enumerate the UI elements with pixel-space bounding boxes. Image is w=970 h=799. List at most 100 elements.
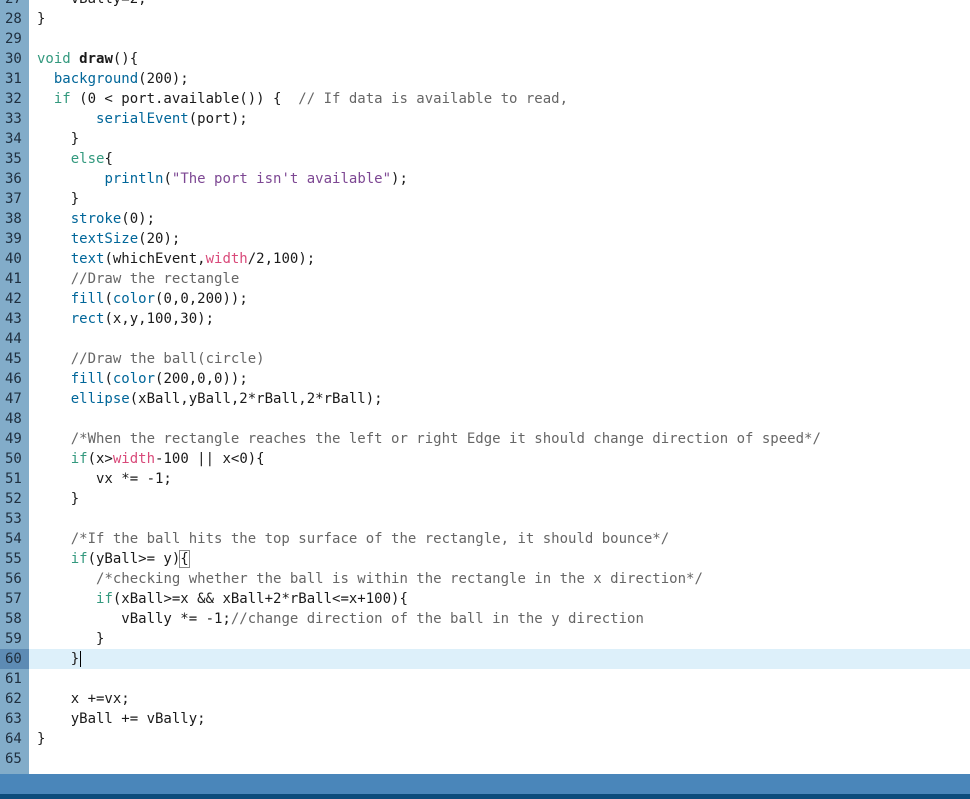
line-number: 59: [5, 631, 22, 647]
code-text[interactable]: }: [37, 189, 79, 209]
code-line[interactable]: 53: [0, 509, 970, 529]
code-line[interactable]: 28}: [0, 9, 970, 29]
line-number: 63: [5, 711, 22, 727]
code-text[interactable]: }: [37, 629, 104, 649]
code-line[interactable]: 47 ellipse(xBall,yBall,2*rBall,2*rBall);: [0, 389, 970, 409]
line-number: 49: [5, 431, 22, 447]
code-line[interactable]: 43 rect(x,y,100,30);: [0, 309, 970, 329]
code-line[interactable]: 30 void draw(){: [0, 49, 970, 69]
code-line[interactable]: 62 x +=vx;: [0, 689, 970, 709]
code-line[interactable]: 36 println("The port isn't available");: [0, 169, 970, 189]
code-text[interactable]: void draw(){: [37, 49, 138, 69]
code-line[interactable]: 44: [0, 329, 970, 349]
code-text[interactable]: //Draw the rectangle: [37, 269, 240, 289]
code-line[interactable]: 35 else{: [0, 149, 970, 169]
code-text[interactable]: vBally=2;: [37, 0, 147, 9]
code-line[interactable]: 46 fill(color(200,0,0));: [0, 369, 970, 389]
code-text[interactable]: stroke(0);: [37, 209, 155, 229]
line-number: 29: [5, 31, 22, 47]
code-line[interactable]: 63 yBall += vBally;: [0, 709, 970, 729]
code-text[interactable]: background(200);: [37, 69, 189, 89]
line-number: 28: [5, 11, 22, 27]
line-number: 52: [5, 491, 22, 507]
code-line[interactable]: 48: [0, 409, 970, 429]
code-line[interactable]: 37 }: [0, 189, 970, 209]
code-text[interactable]: yBall += vBally;: [37, 709, 206, 729]
line-number: 48: [5, 411, 22, 427]
code-line[interactable]: 34 }: [0, 129, 970, 149]
line-number: 32: [5, 91, 22, 107]
code-line[interactable]: 32 if (0 < port.available()) { // If dat…: [0, 89, 970, 109]
code-line[interactable]: 38 stroke(0);: [0, 209, 970, 229]
code-line[interactable]: 61: [0, 669, 970, 689]
line-number: 50: [5, 451, 22, 467]
code-text[interactable]: vx *= -1;: [37, 469, 172, 489]
code-line[interactable]: 39 textSize(20);: [0, 229, 970, 249]
code-text[interactable]: }: [37, 129, 79, 149]
line-number: 53: [5, 511, 22, 527]
code-text[interactable]: /*checking whether the ball is within th…: [37, 569, 703, 589]
code-lines[interactable]: 27 vBally=2;28}2930void draw(){31 backgr…: [0, 0, 970, 769]
code-line[interactable]: 40 text(whichEvent,width/2,100);: [0, 249, 970, 269]
code-line[interactable]: 51 vx *= -1;: [0, 469, 970, 489]
code-line[interactable]: 41 //Draw the rectangle: [0, 269, 970, 289]
code-line[interactable]: 60 }: [0, 649, 970, 669]
code-text[interactable]: }: [37, 729, 45, 749]
code-line[interactable]: 27 vBally=2;: [0, 0, 970, 9]
code-editor[interactable]: 27 vBally=2;28}2930void draw(){31 backgr…: [0, 0, 970, 774]
line-number: 41: [5, 271, 22, 287]
code-text[interactable]: serialEvent(port);: [37, 109, 248, 129]
code-text[interactable]: }: [37, 489, 79, 509]
code-text[interactable]: if(xBall>=x && xBall+2*rBall<=x+100){: [37, 589, 408, 609]
editor-status-bar: [0, 774, 970, 794]
code-text[interactable]: x +=vx;: [37, 689, 130, 709]
line-number: 44: [5, 331, 22, 347]
code-line[interactable]: 65: [0, 749, 970, 769]
code-text[interactable]: println("The port isn't available");: [37, 169, 407, 189]
code-line[interactable]: 56 /*checking whether the ball is within…: [0, 569, 970, 589]
code-text[interactable]: vBally *= -1;//change direction of the b…: [37, 609, 644, 629]
line-number: 27: [0, 0, 29, 9]
code-line[interactable]: 33 serialEvent(port);: [0, 109, 970, 129]
code-line[interactable]: 29: [0, 29, 970, 49]
line-number: 45: [5, 351, 22, 367]
code-text[interactable]: if (0 < port.available()) { // If data i…: [37, 89, 568, 109]
code-text[interactable]: if(x>width-100 || x<0){: [37, 449, 265, 469]
line-number: 31: [5, 71, 22, 87]
code-text[interactable]: /*If the ball hits the top surface of th…: [37, 529, 669, 549]
code-line[interactable]: 50 if(x>width-100 || x<0){: [0, 449, 970, 469]
code-text[interactable]: /*When the rectangle reaches the left or…: [37, 429, 821, 449]
code-line[interactable]: 59 }: [0, 629, 970, 649]
line-number: 51: [5, 471, 22, 487]
line-number: 57: [5, 591, 22, 607]
line-number: 61: [5, 671, 22, 687]
line-number: 64: [5, 731, 22, 747]
line-number: 30: [5, 51, 22, 67]
code-text[interactable]: else{: [37, 149, 113, 169]
code-text[interactable]: //Draw the ball(circle): [37, 349, 265, 369]
code-text[interactable]: fill(color(200,0,0));: [37, 369, 248, 389]
code-text[interactable]: textSize(20);: [37, 229, 181, 249]
code-text[interactable]: text(whichEvent,width/2,100);: [37, 249, 315, 269]
code-line[interactable]: 58 vBally *= -1;//change direction of th…: [0, 609, 970, 629]
code-line[interactable]: 49 /*When the rectangle reaches the left…: [0, 429, 970, 449]
code-line[interactable]: 31 background(200);: [0, 69, 970, 89]
code-line[interactable]: 42 fill(color(0,0,200));: [0, 289, 970, 309]
code-line[interactable]: 54 /*If the ball hits the top surface of…: [0, 529, 970, 549]
console-divider[interactable]: [0, 794, 970, 799]
code-line[interactable]: 57 if(xBall>=x && xBall+2*rBall<=x+100){: [0, 589, 970, 609]
code-line[interactable]: 52 }: [0, 489, 970, 509]
code-text[interactable]: rect(x,y,100,30);: [37, 309, 214, 329]
line-number: 38: [5, 211, 22, 227]
line-number: 47: [5, 391, 22, 407]
line-number: 33: [5, 111, 22, 127]
code-line[interactable]: 55 if(yBall>= y){: [0, 549, 970, 569]
code-text[interactable]: ellipse(xBall,yBall,2*rBall,2*rBall);: [37, 389, 383, 409]
code-line[interactable]: 45 //Draw the ball(circle): [0, 349, 970, 369]
code-text[interactable]: fill(color(0,0,200));: [37, 289, 248, 309]
code-text[interactable]: }: [37, 9, 45, 29]
line-number: 54: [5, 531, 22, 547]
code-text[interactable]: if(yBall>= y){: [37, 549, 190, 569]
code-line[interactable]: 64}: [0, 729, 970, 749]
code-text[interactable]: }: [37, 649, 82, 669]
